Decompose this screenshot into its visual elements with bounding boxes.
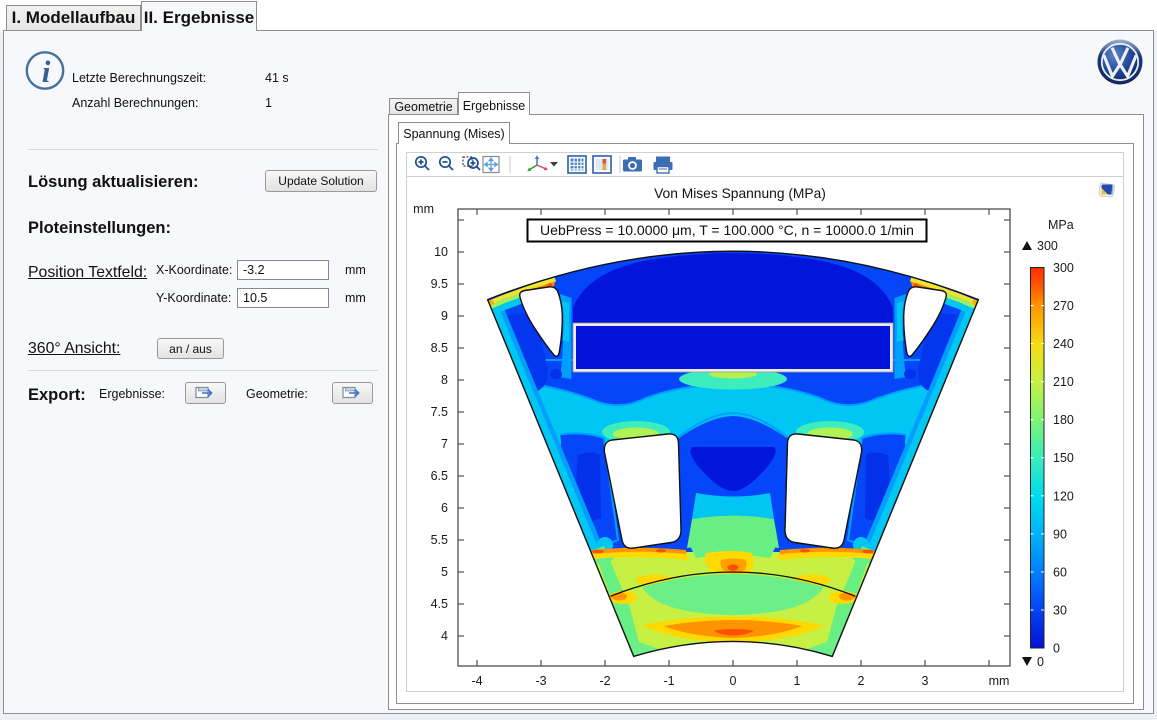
svg-text:7.5: 7.5 <box>431 405 448 419</box>
svg-text:10: 10 <box>434 245 448 259</box>
svg-text:-1: -1 <box>663 674 674 688</box>
svg-text:4: 4 <box>441 629 448 643</box>
svg-text:0: 0 <box>1037 655 1044 669</box>
svg-text:0: 0 <box>1053 642 1060 656</box>
svg-text:180: 180 <box>1053 413 1074 427</box>
svg-text:240: 240 <box>1053 337 1074 351</box>
svg-text:60: 60 <box>1053 565 1067 579</box>
svg-text:7: 7 <box>441 437 448 451</box>
svg-text:270: 270 <box>1053 299 1074 313</box>
svg-text:mm: mm <box>413 202 434 216</box>
svg-text:5: 5 <box>441 565 448 579</box>
svg-text:4.5: 4.5 <box>431 597 448 611</box>
svg-text:8: 8 <box>441 373 448 387</box>
svg-text:mm: mm <box>989 674 1010 688</box>
svg-text:MPa: MPa <box>1048 218 1074 232</box>
svg-text:150: 150 <box>1053 451 1074 465</box>
svg-text:6: 6 <box>441 501 448 515</box>
svg-text:90: 90 <box>1053 527 1067 541</box>
svg-text:8.5: 8.5 <box>431 341 448 355</box>
svg-text:9: 9 <box>441 309 448 323</box>
svg-text:-4: -4 <box>471 674 482 688</box>
svg-text:120: 120 <box>1053 489 1074 503</box>
svg-text:0: 0 <box>730 674 737 688</box>
svg-text:210: 210 <box>1053 375 1074 389</box>
svg-text:-3: -3 <box>535 674 546 688</box>
svg-text:6.5: 6.5 <box>431 469 448 483</box>
svg-text:300: 300 <box>1053 261 1074 275</box>
svg-text:300: 300 <box>1037 239 1058 253</box>
svg-text:30: 30 <box>1053 604 1067 618</box>
svg-text:Von Mises Spannung (MPa): Von Mises Spannung (MPa) <box>654 186 826 201</box>
svg-text:2: 2 <box>858 674 865 688</box>
svg-text:3: 3 <box>922 674 929 688</box>
svg-text:5.5: 5.5 <box>431 533 448 547</box>
svg-text:9.5: 9.5 <box>431 277 448 291</box>
svg-text:-2: -2 <box>599 674 610 688</box>
svg-text:UebPress = 10.0000 μm, T = 100: UebPress = 10.0000 μm, T = 100.000 °C, n… <box>540 222 914 238</box>
svg-text:1: 1 <box>794 674 801 688</box>
